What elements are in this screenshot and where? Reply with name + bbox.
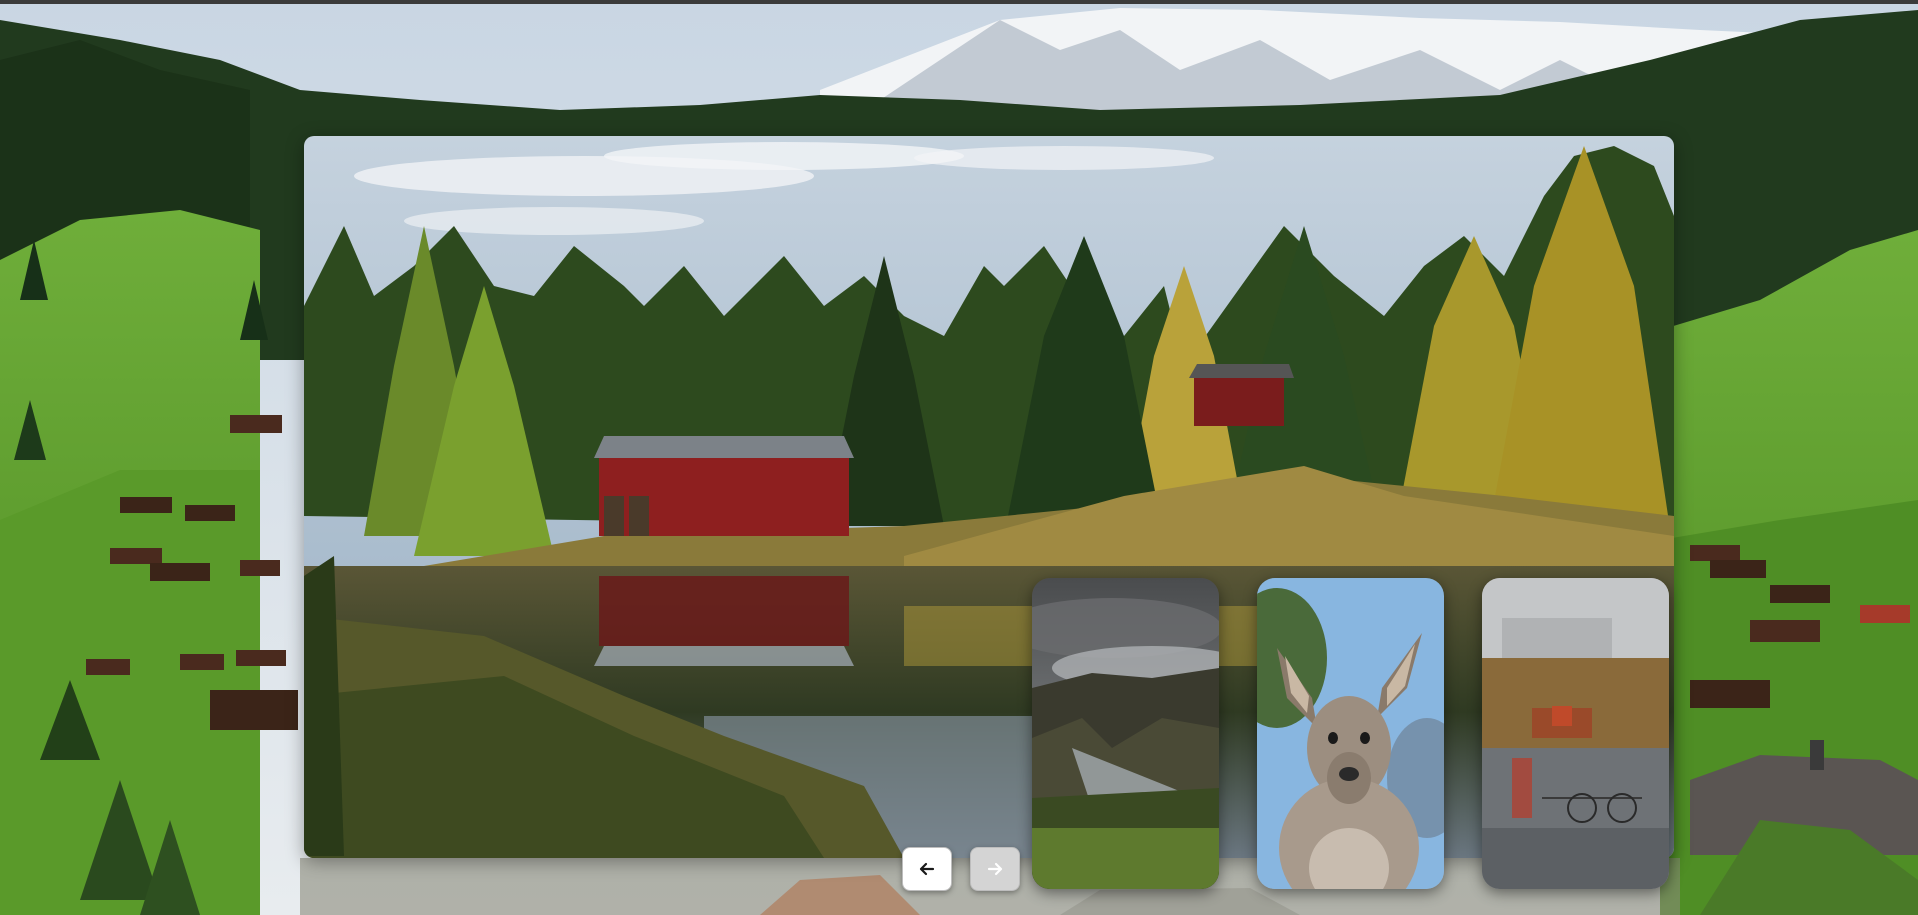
previous-slide-button[interactable] bbox=[902, 847, 952, 891]
arrow-left-icon bbox=[917, 859, 937, 879]
arrow-right-icon bbox=[985, 859, 1005, 879]
top-edge-bar bbox=[0, 0, 1918, 4]
thumbnail-kangaroo[interactable] bbox=[1257, 578, 1444, 889]
next-slide-button[interactable] bbox=[970, 847, 1020, 891]
thumbnail-city-reflection[interactable] bbox=[1482, 578, 1669, 889]
main-slide-image bbox=[304, 136, 1674, 858]
thumbnail-stormy-landscape[interactable] bbox=[1032, 578, 1219, 889]
carousel-stage bbox=[0, 0, 1918, 915]
